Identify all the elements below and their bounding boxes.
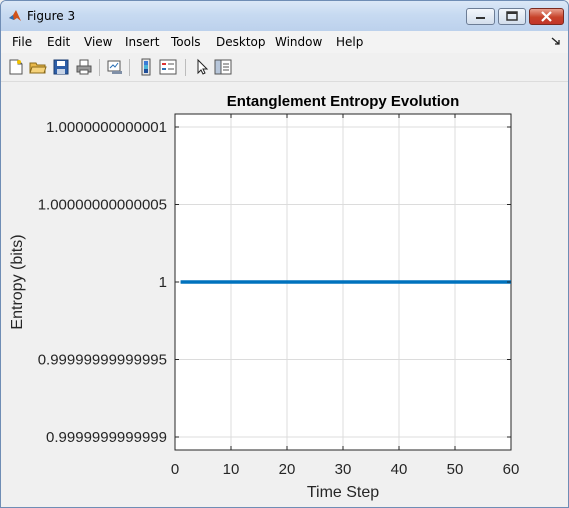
x-tick-label: 20: [279, 461, 296, 478]
x-tick-label: 50: [447, 461, 464, 478]
chart-title: Entanglement Entropy Evolution: [227, 93, 460, 110]
y-tick-label: 1: [159, 274, 167, 291]
x-tick-label: 0: [171, 461, 179, 478]
y-tick-label: 0.9999999999999: [46, 429, 167, 446]
x-tick-label: 40: [391, 461, 408, 478]
plot-area: 0 10 20 30 40 50 60 1.0000000000001 1.0000000000…: [9, 93, 519, 501]
y-axis-label: Entropy (bits): [9, 234, 26, 329]
y-tick-label: 0.99999999999995: [38, 352, 167, 369]
y-tick-label: 1.0000000000001: [46, 119, 167, 136]
x-tick-label: 10: [223, 461, 240, 478]
x-tick-label: 30: [335, 461, 352, 478]
y-tick-label: 1.00000000000005: [38, 197, 167, 214]
x-axis-label: Time Step: [307, 484, 379, 501]
axes[interactable]: 0 10 20 30 40 50 60 1.0000000000001 1.0000000000…: [9, 93, 519, 501]
x-tick-label: 60: [503, 461, 520, 478]
